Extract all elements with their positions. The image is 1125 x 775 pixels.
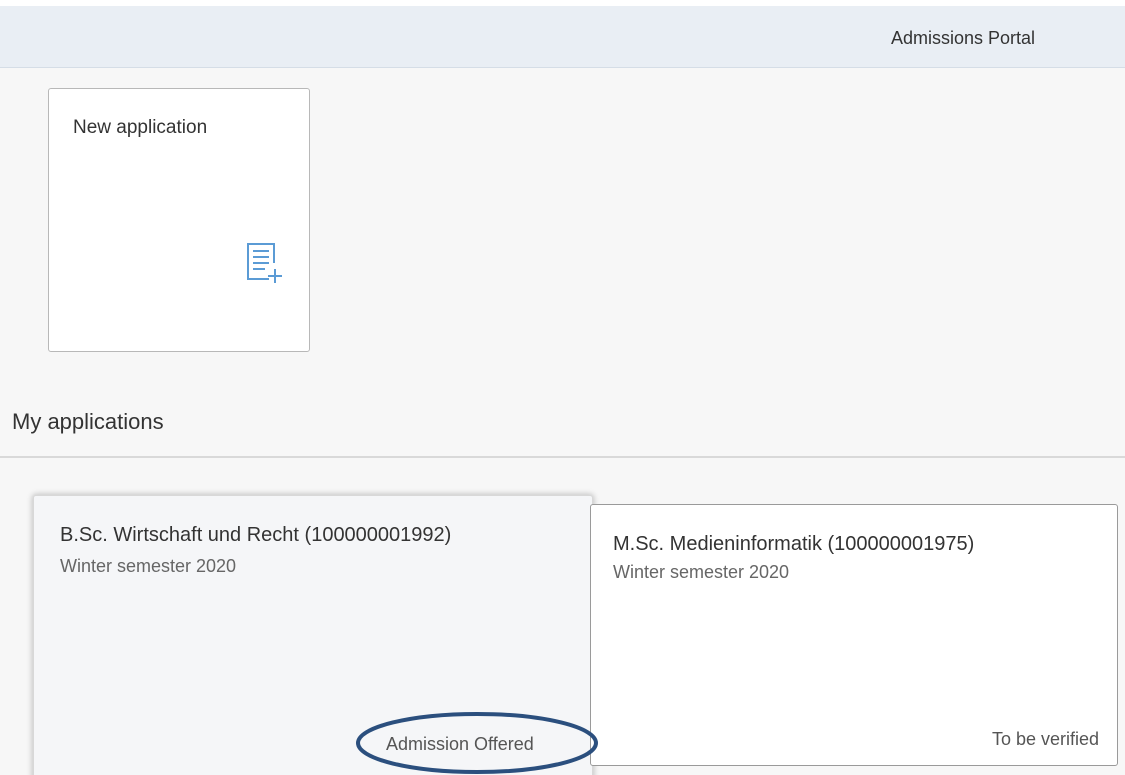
application-card-medieninformatik[interactable]: M.Sc. Medieninformatik (100000001975) Wi… bbox=[590, 504, 1118, 766]
application-title: M.Sc. Medieninformatik (100000001975) bbox=[613, 533, 975, 555]
application-card-wirtschaft-recht[interactable]: B.Sc. Wirtschaft und Recht (100000001992… bbox=[33, 495, 593, 775]
application-status: To be verified bbox=[991, 729, 1099, 749]
document-add-icon bbox=[247, 243, 282, 283]
app-title: Admissions Portal bbox=[890, 28, 1035, 48]
application-status: Admission Offered bbox=[386, 734, 534, 754]
section-divider bbox=[0, 456, 1125, 458]
new-application-tile[interactable]: New application bbox=[48, 88, 310, 352]
application-semester: Winter semester 2020 bbox=[613, 562, 790, 582]
app-shell: Admissions Portal New application My app… bbox=[0, 0, 1125, 775]
header-bar: Admissions Portal bbox=[0, 6, 1125, 68]
my-applications-heading: My applications bbox=[12, 409, 164, 434]
application-title: B.Sc. Wirtschaft und Recht (100000001992… bbox=[60, 524, 452, 546]
application-semester: Winter semester 2020 bbox=[60, 556, 237, 576]
new-application-label: New application bbox=[73, 117, 208, 138]
